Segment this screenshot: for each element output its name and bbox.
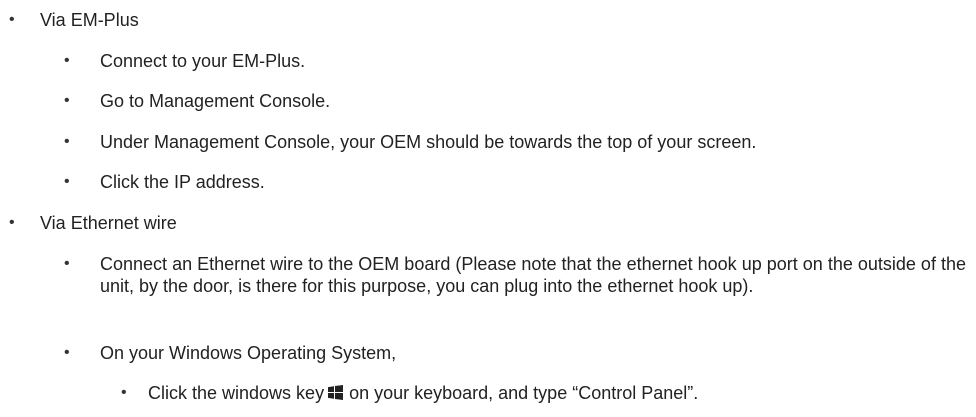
windows-key-text-before: Click the windows key: [148, 383, 325, 403]
bullet: •: [9, 11, 15, 28]
list-item-via-ethernet: Via Ethernet wire: [40, 213, 177, 233]
bullet: •: [64, 255, 70, 272]
list-item-via-em-plus: Via EM-Plus: [40, 10, 139, 30]
list-item-under-console: Under Management Console, your OEM shoul…: [100, 132, 757, 152]
bullet: •: [9, 214, 15, 231]
bullet: •: [64, 92, 70, 109]
windows-logo-icon: [328, 385, 344, 400]
list-item-click-windows-key: Click the windows key on your keyboard, a…: [148, 382, 698, 404]
bullet: •: [121, 384, 127, 401]
list-item-click-ip: Click the IP address.: [100, 172, 265, 192]
list-item-go-to-console: Go to Management Console.: [100, 91, 331, 111]
list-item-connect-em-plus: Connect to your EM-Plus.: [100, 51, 306, 71]
bullet: •: [64, 173, 70, 190]
bullet: •: [64, 133, 70, 150]
list-item-windows-os: On your Windows Operating System,: [100, 343, 397, 363]
windows-key-text-after: on your keyboard, and type “Control Pane…: [349, 383, 699, 403]
bullet: •: [64, 52, 70, 69]
list-item-connect-ethernet: Connect an Ethernet wire to the OEM boar…: [100, 254, 966, 296]
bullet: •: [64, 344, 70, 361]
